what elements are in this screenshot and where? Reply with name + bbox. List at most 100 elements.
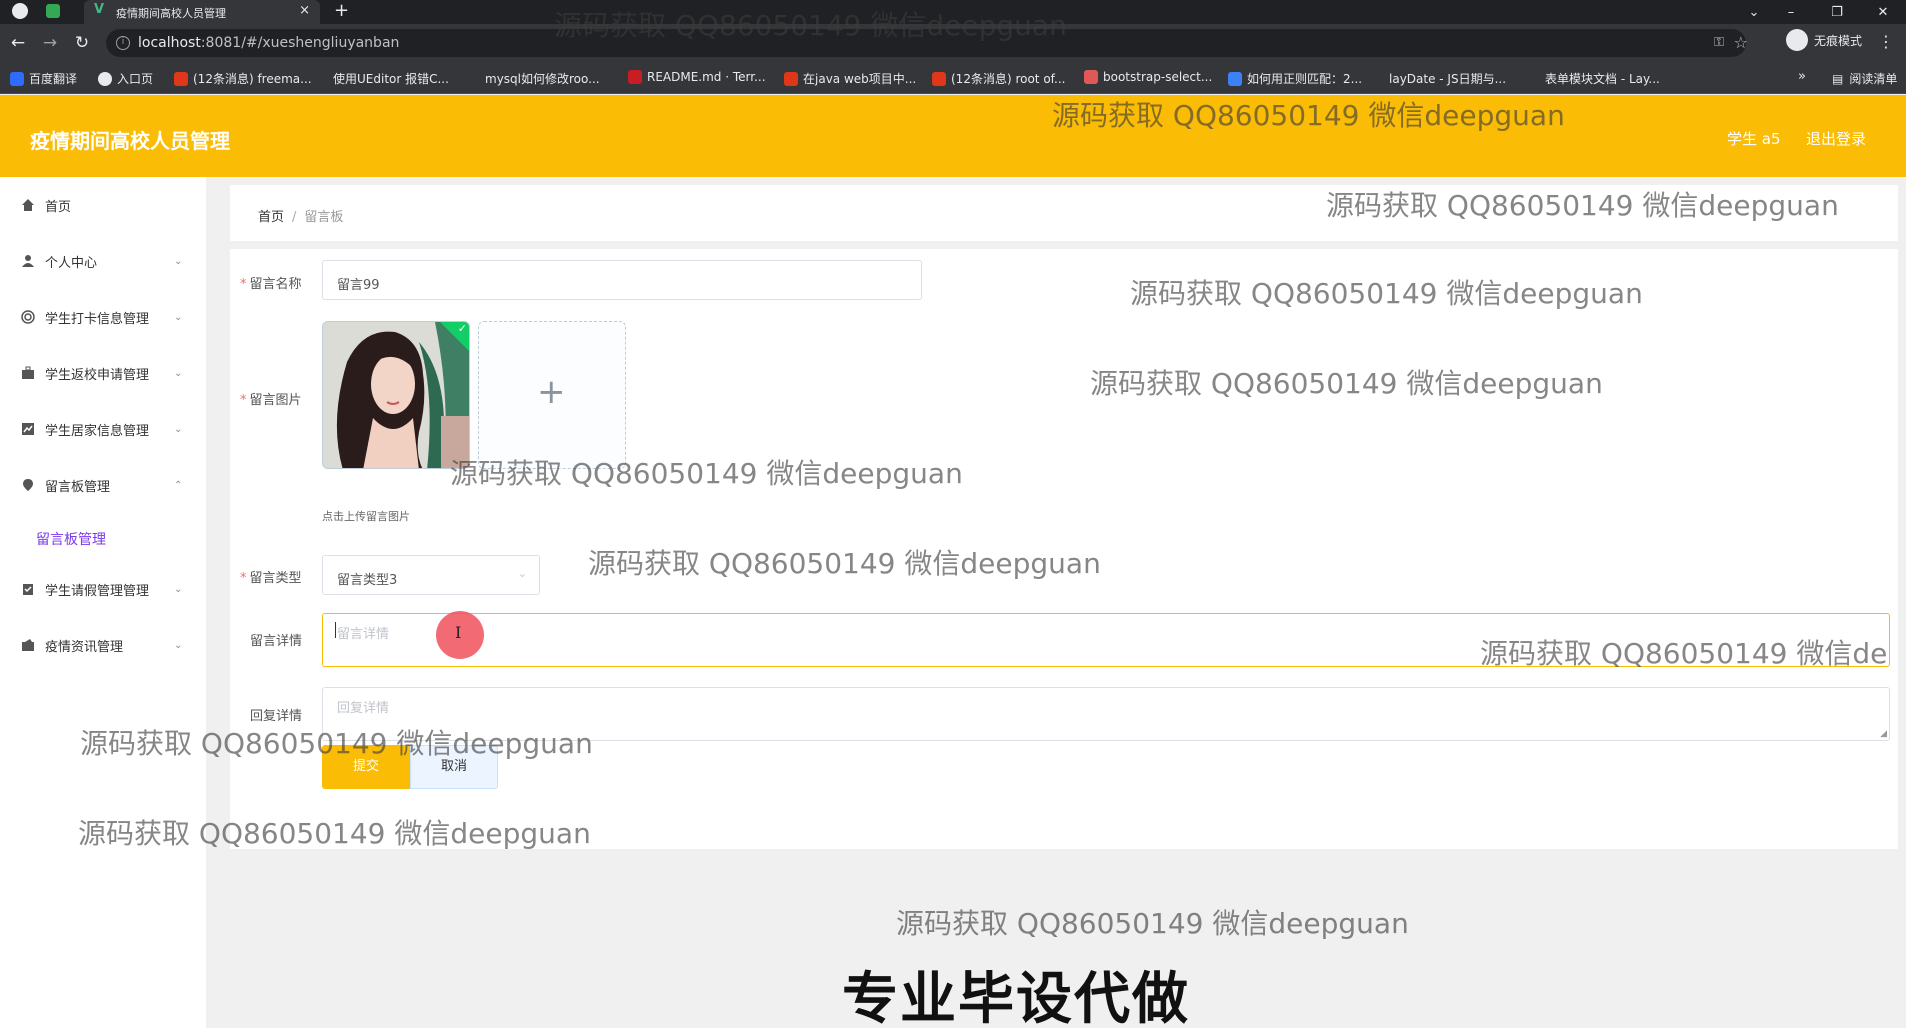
bookmark-favicon-icon [10,71,24,86]
bookmark-favicon-icon [784,71,798,86]
sidebar-item-label: 留言板管理 [45,479,111,495]
ad-banner-text: 专业毕设代做 [842,967,1190,1028]
sidebar-item-label: 学生打卡信息管理 [45,311,150,327]
name-label: * 留言名称 [240,277,302,292]
back-arrow-icon[interactable]: ← [8,33,28,53]
browser-tab[interactable]: V 疫情期间高校人员管理 × [84,0,320,24]
maximize-button[interactable]: ❐ [1814,5,1860,20]
password-key-icon[interactable]: ⚿ [1714,35,1724,50]
type-select[interactable]: 留言类型3 ⌄ [322,555,540,595]
bookmark-favicon-icon [98,71,112,86]
forward-arrow-icon[interactable]: → [40,33,60,53]
chevron-down-icon: ⌄ [517,567,527,580]
detail-label: 留言详情 [250,634,303,649]
watermark-text: 源码获取 QQ86050149 微信deepguan [1090,367,1603,400]
bookmark-item[interactable]: layDate - JS日期与... [1384,70,1506,87]
sidebar-item-checkin[interactable]: 学生打卡信息管理 ⌄ [0,289,206,345]
watermark-text: 源码获取 QQ86050149 微信deepguan [80,727,593,760]
watermark-text: 源码获取 QQ86050149 微信deepguan [450,457,963,490]
sidebar-item-label: 首页 [45,199,72,215]
bookmarks-more-icon[interactable]: » [1798,69,1806,84]
watermark-text: 源码获取 QQ86050149 微信deepguan [896,907,1409,940]
bookmark-star-icon[interactable]: ☆ [1734,33,1748,52]
chevron-down-icon: ⌄ [174,639,183,651]
url-text[interactable]: localhost:8081/#/xueshengliuyanban [138,35,399,51]
chevron-down-icon: ⌄ [174,367,183,379]
main-content: 首页 / 留言板 * 留言名称 留言99 * 留言图片 ✓ + 点击上传留言图片… [206,177,1906,1028]
chevron-down-icon: ⌄ [174,583,183,595]
bookmark-item[interactable]: 如何用正则匹配：2... [1228,70,1362,87]
bookmark-favicon-icon [1228,71,1242,86]
vue-favicon-icon: V [94,2,105,17]
chevron-down-icon: ⌄ [174,311,183,323]
app-title: 疫情期间高校人员管理 [30,129,230,153]
check-icon: ✓ [457,322,467,335]
window-controls: ⌄ – ❐ ✕ [1740,0,1906,24]
site-info-icon[interactable]: i [116,36,130,50]
sidebar-subitem-message-board[interactable]: 留言板管理 [36,529,106,549]
incognito-label: 无痕模式 [1814,33,1863,48]
sidebar-item-label: 学生请假管理管理 [45,583,150,599]
new-tab-button[interactable]: + [334,1,349,21]
reading-list-button[interactable]: ▤ 阅读清单 [1832,70,1897,87]
name-input[interactable]: 留言99 [322,260,922,300]
portrait-image [323,322,469,468]
circle-icon [21,310,35,324]
bookmark-favicon-icon [932,71,946,86]
reading-list-icon: ▤ [1832,71,1844,86]
uploaded-image-thumbnail[interactable]: ✓ [322,321,470,469]
detail-placeholder: 留言详情 [337,627,390,642]
sidebar-item-label: 疫情资讯管理 [45,639,124,655]
bookmarks-bar: 百度翻译 入口页 (12条消息) freema... 使用UEditor 报错C… [0,62,1906,94]
incognito-indicator[interactable]: 无痕模式 [1786,29,1862,51]
watermark-text: 源码获取 QQ86050149 微信deepguan [78,817,591,850]
tab-dropdown-icon[interactable]: ⌄ [1740,5,1768,20]
reload-icon[interactable]: ↻ [72,33,92,53]
bookmark-item[interactable]: README.md · Terr... [628,70,766,84]
bookmark-item[interactable]: (12条消息) root of... [932,70,1065,87]
upload-hint: 点击上传留言图片 [322,510,410,523]
watermark-text: 源码获取 QQ86050149 微信deepguan [1130,277,1643,310]
chevron-up-icon: ⌃ [174,479,183,491]
close-window-button[interactable]: ✕ [1860,5,1906,20]
sidebar-item-profile[interactable]: 个人中心 ⌄ [0,233,206,289]
image-upload-button[interactable]: + [478,321,626,469]
sidebar-menu: 首页 个人中心 ⌄ 学生打卡信息管理 ⌄ 学生返校申请管理 ⌄ 学生居家信息管理… [0,177,206,1028]
resize-handle-icon[interactable]: ◢ [1880,729,1887,739]
tab-close-icon[interactable]: × [299,3,310,19]
minimize-button[interactable]: – [1768,5,1814,20]
current-user: 学生 a5 [1727,130,1781,148]
sidebar-item-home[interactable]: 首页 [0,177,206,233]
sidebar-item-leave[interactable]: 学生请假管理管理 ⌄ [0,561,206,617]
clipboard-icon [23,584,33,595]
bookmark-item[interactable]: 在java web项目中... [784,70,916,87]
briefcase-icon [22,366,34,379]
sidebar-item-return[interactable]: 学生返校申请管理 ⌄ [0,345,206,401]
sidebar-item-news[interactable]: 疫情资讯管理 ⌄ [0,617,206,673]
breadcrumb-separator: / [292,210,297,225]
tab-search-icon[interactable] [46,4,60,18]
watermark-text: 源码获取 QQ86050149 微信deepguan [1326,189,1839,222]
chevron-down-icon: ⌄ [174,423,183,435]
sidebar-item-label: 学生返校申请管理 [45,367,150,383]
type-select-value: 留言类型3 [337,573,398,588]
chart-icon [22,423,34,435]
bookmark-item[interactable]: 使用UEditor 报错C... [328,70,449,87]
bookmark-item[interactable]: mysql如何修改roo... [480,70,600,87]
watermark-text: 源码获取 QQ86050149 微信deepguan [554,9,1067,42]
logout-link[interactable]: 退出登录 [1806,128,1866,149]
click-indicator: I [436,611,484,659]
chrome-profile-icon[interactable] [12,3,28,19]
bookmark-item[interactable]: 表单模块文档 - Lay... [1540,70,1660,87]
bookmark-item[interactable]: (12条消息) freema... [174,70,312,87]
browser-menu-icon[interactable]: ⋮ [1878,32,1894,51]
bookmark-item[interactable]: 入口页 [98,70,153,87]
sidebar-item-home-stay[interactable]: 学生居家信息管理 ⌄ [0,401,206,457]
breadcrumb-home[interactable]: 首页 [258,210,284,225]
sidebar-item-message-board[interactable]: 留言板管理 ⌃ [0,457,206,513]
sidebar-item-label: 学生居家信息管理 [45,423,150,439]
watermark-text: 源码获取 QQ86050149 微信deepguan [1052,99,1565,132]
watermark-text: 源码获取 QQ86050149 微信deepguan [588,547,1101,580]
bookmark-item[interactable]: bootstrap-select... [1084,70,1212,84]
bookmark-item[interactable]: 百度翻译 [10,70,77,87]
